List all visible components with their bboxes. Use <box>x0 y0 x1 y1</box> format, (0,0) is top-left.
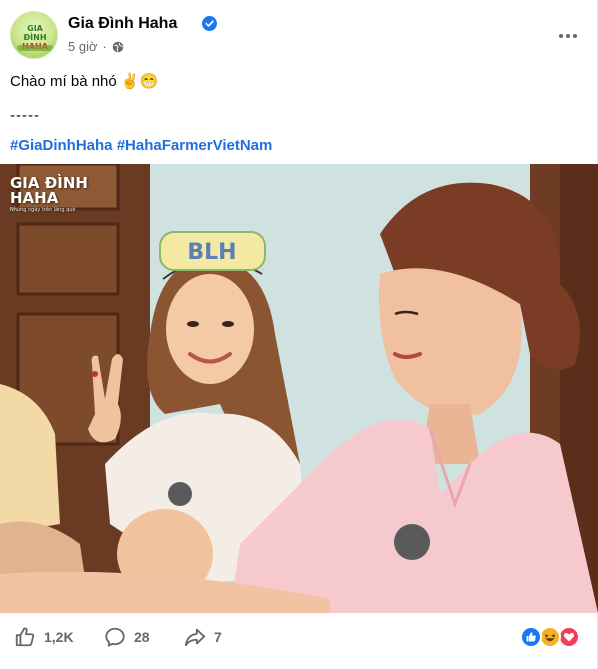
photo-watermark: GIA ĐÌNH HAHA Những ngày trên làng quê <box>10 176 88 214</box>
more-dot <box>559 34 563 38</box>
page-name-link[interactable]: Gia Đình Haha <box>68 14 177 34</box>
post-message: Chào mí bà nhó ✌️😁 <box>10 73 159 90</box>
hashtag-link[interactable]: #HahaFarmerVietNam <box>117 137 273 154</box>
share-button[interactable]: 7 <box>184 626 222 648</box>
watermark-subtitle: Những ngày trên làng quê <box>10 207 76 213</box>
photo-illustration: BLH <box>0 164 598 613</box>
like-count: 1,2K <box>44 629 74 645</box>
post-meta: 5 giờ · <box>68 39 124 55</box>
post-timestamp-link[interactable]: 5 giờ <box>68 39 98 55</box>
haha-reaction-icon <box>539 626 561 648</box>
more-dot <box>566 34 570 38</box>
avatar-logo-line1: GIA ĐÌNH <box>23 24 47 42</box>
share-icon <box>184 628 206 647</box>
post-card: GIA ĐÌNH HAHA Gia Đình Haha 5 giờ · Chào… <box>0 0 598 669</box>
post-divider-text: ----- <box>10 107 40 124</box>
comment-icon <box>105 627 125 647</box>
reactions-summary[interactable] <box>520 626 582 648</box>
comment-count: 28 <box>134 629 150 645</box>
thumbs-up-icon <box>15 627 35 647</box>
verified-badge-icon <box>202 16 217 31</box>
globe-icon[interactable] <box>112 41 124 53</box>
post-body: Chào mí bà nhó ✌️😁 ----- #GiaDinhHaha #H… <box>10 72 590 156</box>
hashtag-line: #GiaDinhHaha #HahaFarmerVietNam <box>10 136 590 156</box>
post-photo[interactable]: BLH GIA ĐÌNH HAHA Những ngày trên làng q… <box>0 164 598 613</box>
meta-separator: · <box>102 39 107 54</box>
headband-text: BLH <box>187 240 236 265</box>
hashtag-link[interactable]: #GiaDinhHaha <box>10 137 113 154</box>
page-avatar[interactable]: GIA ĐÌNH HAHA <box>10 11 58 59</box>
comment-button[interactable]: 28 <box>104 626 150 648</box>
love-reaction-icon <box>558 626 580 648</box>
share-count: 7 <box>214 629 222 645</box>
watermark-line2: HAHA <box>10 189 59 207</box>
like-reaction-icon <box>520 626 542 648</box>
post-header: GIA ĐÌNH HAHA Gia Đình Haha 5 giờ · <box>10 10 590 62</box>
more-dot <box>573 34 577 38</box>
avatar-leaf-decoration <box>17 45 53 51</box>
more-options-button[interactable] <box>554 22 582 50</box>
like-button[interactable]: 1,2K <box>14 626 74 648</box>
post-actions-bar: 1,2K 28 7 <box>0 618 598 658</box>
